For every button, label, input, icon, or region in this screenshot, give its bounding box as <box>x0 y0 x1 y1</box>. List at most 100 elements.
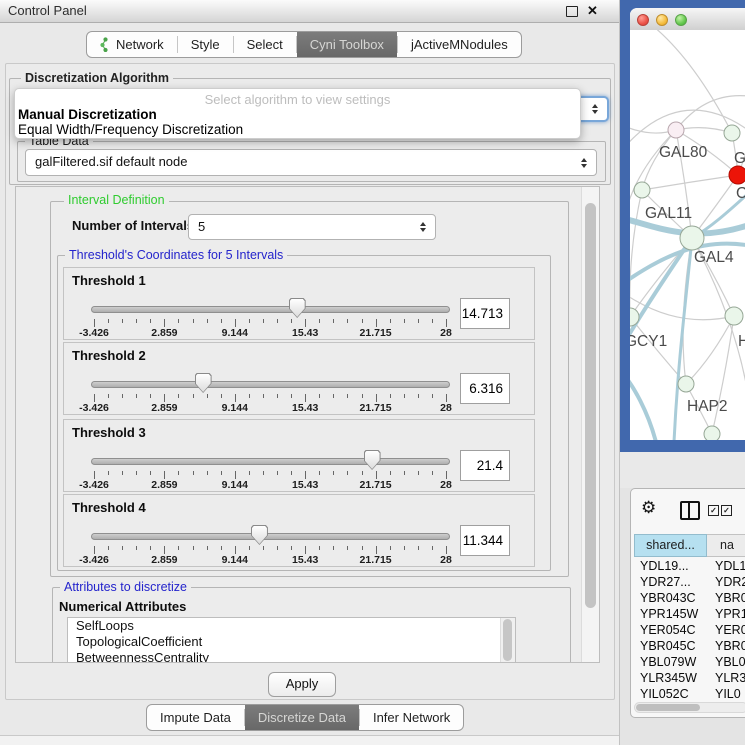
slider-tick <box>291 319 292 323</box>
network-canvas[interactable]: GAL80GGAL11CGAL4GCY1HHAP2 <box>630 30 745 440</box>
list-item[interactable]: SelfLoops <box>68 618 515 634</box>
table-cell-shared-name[interactable]: YBL079W <box>634 654 707 670</box>
table-cell-name[interactable]: YLR3 <box>707 670 745 686</box>
table-cell-name[interactable]: YDR2 <box>707 574 745 590</box>
checkbox-icon[interactable] <box>708 505 719 516</box>
gear-icon[interactable]: ⚙ <box>641 498 656 518</box>
table-cell-name[interactable]: YBR0 <box>707 638 745 654</box>
dropdown-item[interactable]: Manual Discretization <box>18 107 157 122</box>
tab-impute-data[interactable]: Impute Data <box>147 705 244 730</box>
slider-tick-label: 21.715 <box>360 402 392 414</box>
vertical-scrollbar[interactable] <box>581 187 600 662</box>
slider-track[interactable] <box>91 533 450 540</box>
slider-tick <box>193 471 194 475</box>
slider-track[interactable] <box>91 458 450 465</box>
table-cell-name[interactable]: YBR0 <box>707 590 745 606</box>
number-of-intervals-combobox[interactable]: 5 <box>188 214 436 240</box>
network-node-label: GCY1 <box>630 333 667 350</box>
table-row[interactable]: YDR27...YDR2 <box>634 574 745 590</box>
tab-select[interactable]: Select <box>234 32 296 57</box>
slider-thumb[interactable] <box>195 373 212 393</box>
threshold-value-field[interactable]: 6.316 <box>460 373 510 404</box>
checkbox-icon[interactable] <box>721 505 732 516</box>
tab-cyni-toolbox[interactable]: Cyni Toolbox <box>297 32 397 57</box>
slider-tick <box>249 394 250 398</box>
apply-button[interactable]: Apply <box>268 672 336 697</box>
vertical-scrollbar-thumb[interactable] <box>585 203 596 608</box>
slider-thumb[interactable] <box>289 298 306 318</box>
threshold-value-field[interactable]: 14.713 <box>460 298 510 329</box>
table-cell-name[interactable]: YPR1 <box>707 606 745 622</box>
table-row[interactable]: YPR145WYPR1 <box>634 606 745 622</box>
slider-tick <box>319 319 320 323</box>
table-cell-shared-name[interactable]: YLR345W <box>634 670 707 686</box>
horizontal-scrollbar-thumb[interactable] <box>636 704 700 711</box>
tab-discretize-data[interactable]: Discretize Data <box>245 705 359 730</box>
table-cell-shared-name[interactable]: YIL052C <box>634 686 707 702</box>
interval-definition-title: Interval Definition <box>64 193 169 207</box>
network-edge <box>676 96 745 130</box>
threshold-value-field[interactable]: 11.344 <box>460 525 510 556</box>
list-scrollbar[interactable] <box>500 618 515 663</box>
table-header-shared[interactable]: shared... <box>634 534 707 557</box>
slider-tick <box>446 546 447 554</box>
dropdown-item[interactable]: Equal Width/Frequency Discretization <box>18 122 243 137</box>
slider-tick <box>94 546 95 554</box>
slider-tick <box>136 319 137 323</box>
close-traffic-light-icon[interactable] <box>637 14 649 26</box>
threshold-value-field[interactable]: 21.4 <box>460 450 510 481</box>
list-item[interactable]: BetweennessCentrality <box>68 650 515 663</box>
minimize-traffic-light-icon[interactable] <box>656 14 668 26</box>
split-columns-icon[interactable] <box>680 501 700 520</box>
table-cell-shared-name[interactable]: YPR145W <box>634 606 707 622</box>
table-row[interactable]: YIL052CYIL0 <box>634 686 745 702</box>
tab-infer-network[interactable]: Infer Network <box>360 705 463 730</box>
network-node-green[interactable] <box>725 307 743 325</box>
table-cell-shared-name[interactable]: YER054C <box>634 622 707 638</box>
table-row[interactable]: YBR043CYBR0 <box>634 590 745 606</box>
table-row[interactable]: YDL19...YDL1 <box>634 558 745 574</box>
tab-style[interactable]: Style <box>178 32 233 57</box>
zoom-traffic-light-icon[interactable] <box>675 14 687 26</box>
table-header-name[interactable]: na <box>707 534 745 557</box>
network-node-green[interactable] <box>678 376 694 392</box>
table-cell-shared-name[interactable]: YDR27... <box>634 574 707 590</box>
network-node-pink[interactable] <box>668 122 684 138</box>
network-node-green[interactable] <box>704 426 720 440</box>
table-row[interactable]: YBR045CYBR0 <box>634 638 745 654</box>
horizontal-scrollbar[interactable] <box>634 702 745 713</box>
tab-jactivemnodules[interactable]: jActiveMNodules <box>398 32 521 57</box>
slider-tick <box>221 471 222 475</box>
table-cell-shared-name[interactable]: YBR045C <box>634 638 707 654</box>
network-node-green[interactable] <box>724 125 740 141</box>
slider-track[interactable] <box>91 306 450 313</box>
network-node-green[interactable] <box>680 226 704 250</box>
table-cell-name[interactable]: YIL0 <box>707 686 745 702</box>
numerical-attributes-list[interactable]: SelfLoopsTopologicalCoefficientBetweenne… <box>67 617 516 663</box>
slider-tick <box>291 471 292 475</box>
slider-thumb[interactable] <box>364 450 381 470</box>
slider-track[interactable] <box>91 381 450 388</box>
table-row[interactable]: YER054CYER0 <box>634 622 745 638</box>
table-cell-name[interactable]: YBL0 <box>707 654 745 670</box>
table-cell-shared-name[interactable]: YBR043C <box>634 590 707 606</box>
slider-tick-label: 2.859 <box>151 554 177 566</box>
table-cell-name[interactable]: YER0 <box>707 622 745 638</box>
network-window-titlebar[interactable] <box>630 8 745 31</box>
slider-tick <box>376 319 377 327</box>
slider-thumb[interactable] <box>251 525 268 545</box>
table-cell-name[interactable]: YDL1 <box>707 558 745 574</box>
table-row[interactable]: YBL079WYBL0 <box>634 654 745 670</box>
table-cell-shared-name[interactable]: YDL19... <box>634 558 707 574</box>
table-row[interactable]: YLR345WYLR3 <box>634 670 745 686</box>
list-item[interactable]: TopologicalCoefficient <box>68 634 515 650</box>
slider-tick <box>164 471 165 479</box>
network-node-label: H <box>738 333 745 350</box>
network-node-red[interactable] <box>729 166 745 184</box>
close-icon[interactable]: ✕ <box>587 3 598 18</box>
network-node-green[interactable] <box>634 182 650 198</box>
list-scrollbar-thumb[interactable] <box>503 619 512 661</box>
table-data-combobox[interactable]: galFiltered.sif default node <box>25 149 597 176</box>
float-window-icon[interactable] <box>566 6 578 17</box>
tab-network[interactable]: Network <box>87 32 177 57</box>
